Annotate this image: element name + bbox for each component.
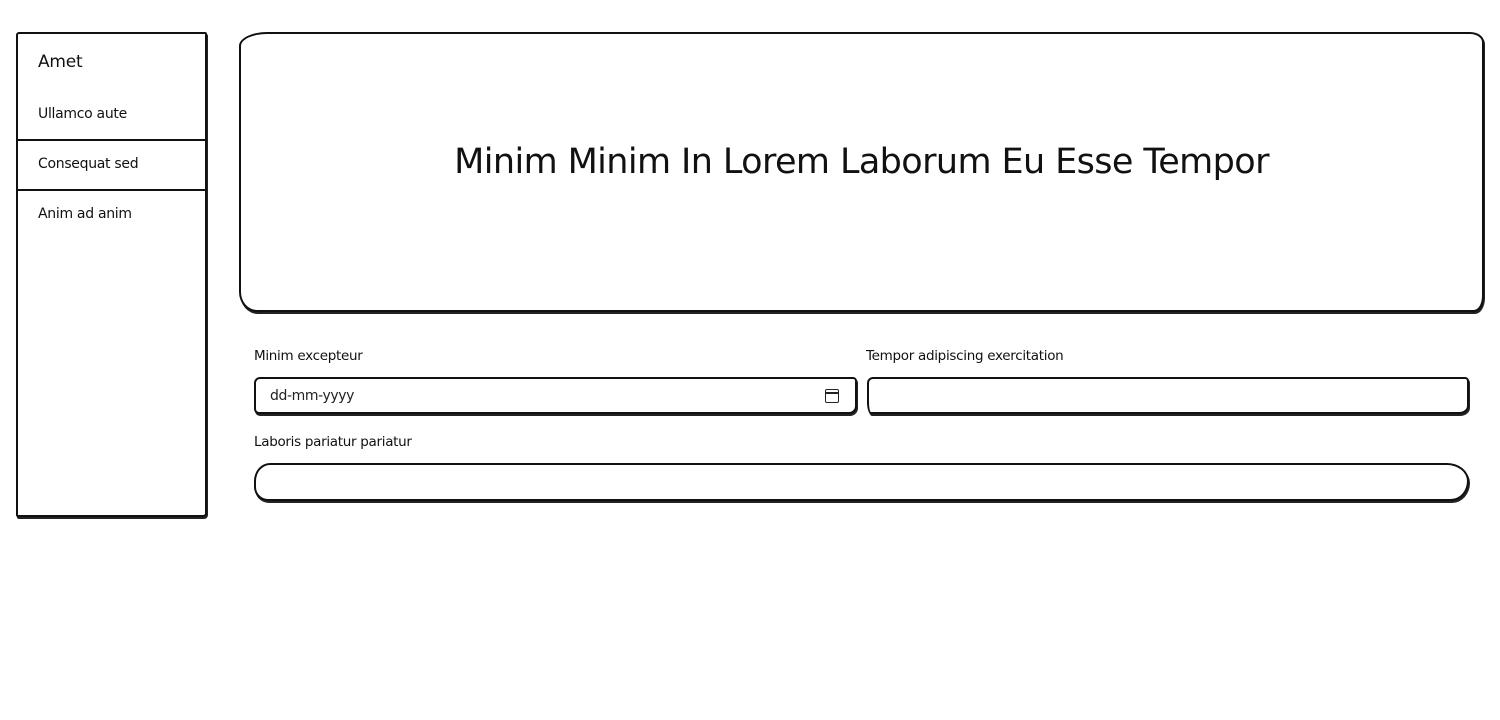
sidebar-item-ullamco-aute[interactable]: Ullamco aute bbox=[18, 91, 205, 141]
sidebar-item-label: Anim ad anim bbox=[38, 206, 132, 222]
sidebar-title: Amet bbox=[38, 52, 83, 72]
sidebar-item-label: Consequat sed bbox=[38, 156, 139, 172]
text-field-label: Tempor adipiscing exercitation bbox=[866, 348, 1064, 364]
hero-card: Minim Minim In Lorem Laborum Eu Esse Tem… bbox=[239, 32, 1484, 312]
laboris-pariatur-input[interactable] bbox=[254, 463, 1469, 501]
date-placeholder: dd-mm-yyyy bbox=[270, 387, 355, 404]
sidebar-item-label: Ullamco aute bbox=[38, 106, 127, 122]
date-input[interactable]: dd-mm-yyyy bbox=[254, 377, 857, 414]
calendar-icon[interactable] bbox=[825, 389, 839, 403]
tempor-adipiscing-input[interactable] bbox=[867, 377, 1469, 414]
date-field-label: Minim excepteur bbox=[254, 348, 363, 364]
sidebar-item-anim-ad-anim[interactable]: Anim ad anim bbox=[18, 191, 205, 241]
text-field-label: Laboris pariatur pariatur bbox=[254, 434, 412, 450]
sidebar: Amet Ullamco aute Consequat sed Anim ad … bbox=[16, 32, 207, 517]
page-title: Minim Minim In Lorem Laborum Eu Esse Tem… bbox=[454, 142, 1269, 182]
sidebar-item-consequat-sed[interactable]: Consequat sed bbox=[18, 141, 205, 191]
